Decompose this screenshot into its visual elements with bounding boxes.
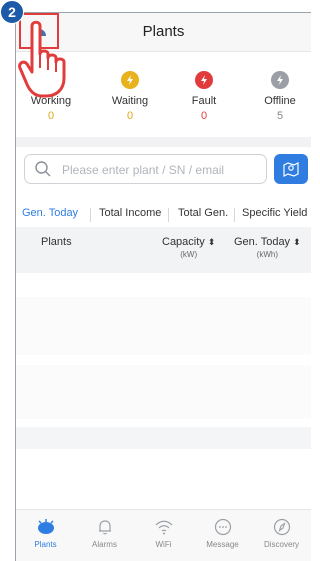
column-gen-today-label: Gen. Today xyxy=(234,236,291,248)
map-view-button[interactable] xyxy=(274,154,308,184)
fault-bolt-icon xyxy=(195,71,213,89)
tab-divider xyxy=(234,208,235,222)
chat-bubble-icon xyxy=(214,518,231,536)
status-fault[interactable]: Fault 0 xyxy=(169,63,239,122)
nav-label: WiFi xyxy=(155,540,172,549)
nav-label: Discovery xyxy=(263,540,300,549)
column-capacity[interactable]: Capacity ⬍ (kW) xyxy=(162,236,215,259)
status-waiting[interactable]: Waiting 0 xyxy=(95,63,165,122)
tab-divider xyxy=(168,208,169,222)
status-offline[interactable]: Offline 5 xyxy=(245,63,311,122)
nav-alarms[interactable]: Alarms xyxy=(75,510,134,549)
offline-bolt-icon xyxy=(271,71,289,89)
list-placeholder-row xyxy=(16,297,311,355)
search-field[interactable] xyxy=(24,154,267,184)
status-count: 5 xyxy=(276,110,284,122)
nav-label: Plants xyxy=(34,540,57,549)
status-label: Waiting xyxy=(111,95,149,107)
waiting-bolt-icon xyxy=(121,71,139,89)
step-number-badge: 2 xyxy=(0,0,24,24)
search-input[interactable] xyxy=(60,159,264,181)
bell-icon xyxy=(98,520,111,535)
tab-specific-yield[interactable]: Specific Yield xyxy=(242,197,307,231)
list-placeholder-row xyxy=(16,365,311,419)
nav-label: Message xyxy=(206,540,239,549)
bottom-navigation: Plants Alarms WiFi Message Discovery xyxy=(16,509,311,561)
nav-plants[interactable]: Plants xyxy=(16,510,75,549)
status-label: Fault xyxy=(191,95,217,107)
status-count: 0 xyxy=(126,110,134,122)
tab-total-gen[interactable]: Total Gen. xyxy=(178,197,228,231)
status-count: 0 xyxy=(200,110,208,122)
sort-arrows-icon: ⬍ xyxy=(207,237,216,247)
list-placeholder-row xyxy=(16,427,311,449)
column-capacity-unit: (kW) xyxy=(180,250,198,259)
status-count: 0 xyxy=(47,110,55,122)
column-plants: Plants xyxy=(41,236,72,248)
status-label: Offline xyxy=(264,95,296,107)
column-capacity-label: Capacity xyxy=(162,236,205,248)
compass-icon xyxy=(273,518,290,536)
nav-wifi[interactable]: WiFi xyxy=(134,510,193,549)
wifi-icon xyxy=(155,520,172,535)
search-bar xyxy=(16,151,311,197)
column-gen-today[interactable]: Gen. Today ⬍ (kWh) xyxy=(234,236,301,259)
search-icon xyxy=(35,161,51,177)
map-pin-icon xyxy=(283,162,299,177)
metric-tabs: Gen. Today Total Income Total Gen. Speci… xyxy=(16,197,311,231)
nav-label: Alarms xyxy=(92,540,117,549)
tab-divider xyxy=(90,208,91,222)
tab-gen-today[interactable]: Gen. Today xyxy=(22,197,78,231)
solar-panel-icon xyxy=(37,519,54,534)
section-divider xyxy=(16,137,311,147)
nav-discovery[interactable]: Discovery xyxy=(252,510,311,549)
plant-table-header: Plants Capacity ⬍ (kW) Gen. Today ⬍ (kWh… xyxy=(16,227,311,273)
tab-total-income[interactable]: Total Income xyxy=(99,197,161,231)
nav-message[interactable]: Message xyxy=(193,510,252,549)
pointing-hand-icon xyxy=(18,20,66,98)
sort-arrows-icon: ⬍ xyxy=(293,237,301,247)
column-gen-today-unit: (kWh) xyxy=(256,250,278,259)
